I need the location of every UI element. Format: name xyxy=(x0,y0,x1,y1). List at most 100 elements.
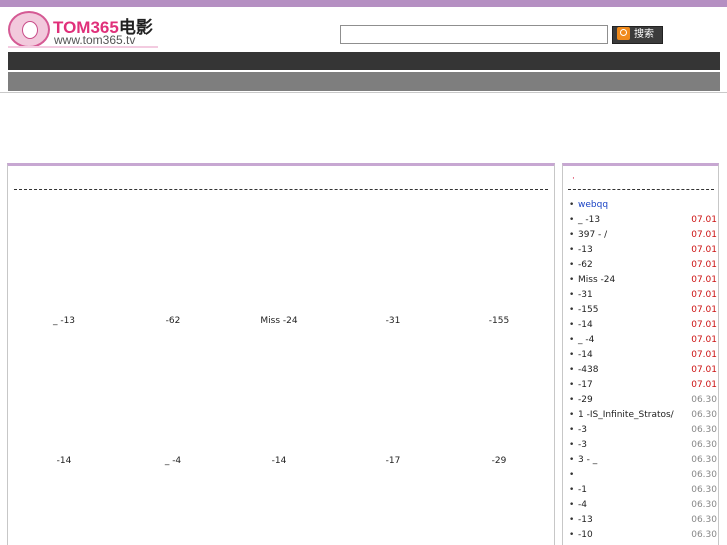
update-list-item[interactable]: • -31 07.01 xyxy=(569,288,717,303)
bullet-icon: • xyxy=(569,305,575,315)
update-list-item[interactable]: • -4 06.30 xyxy=(569,498,717,513)
update-list-item[interactable]: • -62 07.01 xyxy=(569,258,717,273)
update-title[interactable]: -3 xyxy=(578,423,587,438)
update-date: 06.30 xyxy=(691,515,717,525)
update-title[interactable]: _ -4 xyxy=(578,333,594,348)
movie-title[interactable]: _ -4 xyxy=(123,456,223,466)
secondary-nav-bar xyxy=(8,72,720,91)
update-title[interactable]: -62 xyxy=(578,258,593,273)
update-title[interactable]: -13 xyxy=(578,243,593,258)
update-date: 07.01 xyxy=(691,245,717,255)
update-title[interactable]: _ -13 xyxy=(578,213,600,228)
bullet-icon: • xyxy=(569,200,575,210)
update-date: 07.01 xyxy=(691,320,717,330)
update-title[interactable]: -155 xyxy=(578,303,598,318)
latest-updates-panel: · • webqq • _ -13 07.01 • 397 - /07.01 • -13 07.0… xyxy=(562,163,719,545)
update-title[interactable]: 3 - _ xyxy=(578,453,597,468)
bullet-icon: • xyxy=(569,500,575,510)
update-date: 07.01 xyxy=(691,305,717,315)
logo-underline xyxy=(8,46,158,48)
bullet-icon: • xyxy=(569,410,575,420)
update-date: 06.30 xyxy=(691,485,717,495)
movie-title[interactable]: -17 xyxy=(343,456,443,466)
update-title[interactable]: -13 xyxy=(578,513,593,528)
bullet-icon: • xyxy=(569,215,575,225)
update-date: 07.01 xyxy=(691,290,717,300)
bullet-icon: • xyxy=(569,380,575,390)
update-list-item[interactable]: • -438 07.01 xyxy=(569,363,717,378)
logo-emblem-icon xyxy=(8,11,50,48)
movie-title[interactable]: _ -13 xyxy=(14,316,114,326)
bullet-icon: • xyxy=(569,425,575,435)
movie-title[interactable]: -14 xyxy=(229,456,329,466)
update-list-item[interactable]: • 3 - _ 06.30 xyxy=(569,453,717,468)
update-list-item[interactable]: • -14 07.01 xyxy=(569,318,717,333)
movie-title[interactable]: -62 xyxy=(123,316,223,326)
update-list-item[interactable]: • -29 06.30 xyxy=(569,393,717,408)
site-logo[interactable]: TOM365电影 www.tom365.tv xyxy=(8,11,158,48)
movie-title[interactable]: -29 xyxy=(449,456,549,466)
bullet-icon: • xyxy=(569,275,575,285)
bullet-icon: • xyxy=(569,260,575,270)
update-date: 07.01 xyxy=(691,350,717,360)
search-icon xyxy=(617,27,630,40)
update-title[interactable]: -438 xyxy=(578,363,598,378)
update-date: 06.30 xyxy=(691,425,717,435)
update-list-item[interactable]: • _ -13 07.01 xyxy=(569,213,717,228)
update-list-item[interactable]: • -14 07.01 xyxy=(569,348,717,363)
primary-nav-bar xyxy=(8,52,720,70)
update-date: 07.01 xyxy=(691,260,717,270)
update-list-item[interactable]: • -13 07.01 xyxy=(569,243,717,258)
update-title[interactable]: -14 xyxy=(578,348,593,363)
update-title[interactable]: -4 xyxy=(578,498,587,513)
bullet-icon: • xyxy=(569,365,575,375)
update-title[interactable]: Miss -24 xyxy=(578,273,615,288)
update-title[interactable]: -14 xyxy=(578,318,593,333)
update-title[interactable]: -1 xyxy=(578,483,587,498)
movie-title[interactable]: Miss -24 xyxy=(229,316,329,326)
update-title[interactable]: 1 -IS_Infinite_Stratos/ xyxy=(578,408,674,423)
update-title[interactable]: webqq xyxy=(578,198,608,213)
update-list-item[interactable]: • -1 06.30 xyxy=(569,483,717,498)
update-date: 07.01 xyxy=(691,275,717,285)
update-title[interactable]: -29 xyxy=(578,393,593,408)
update-date: 06.30 xyxy=(691,455,717,465)
update-date: 06.30 xyxy=(691,410,717,420)
update-list-item[interactable]: • -155 07.01 xyxy=(569,303,717,318)
bullet-icon: • xyxy=(569,470,575,480)
update-list-item[interactable]: • 1 -IS_Infinite_Stratos/06.30 xyxy=(569,408,717,423)
movie-title[interactable]: -155 xyxy=(449,316,549,326)
movie-grid-panel: _ -13 -62 Miss -24 -31 -155 -14 _ -4 -14 -17 -29 xyxy=(7,163,555,545)
update-list-item[interactable]: • -3 06.30 xyxy=(569,423,717,438)
bullet-icon: • xyxy=(569,335,575,345)
bullet-icon: • xyxy=(569,350,575,360)
bullet-icon: • xyxy=(569,245,575,255)
top-accent-bar xyxy=(0,0,727,7)
update-list-item[interactable]: • 397 - / 07.01 xyxy=(569,228,717,243)
bullet-icon: • xyxy=(569,515,575,525)
update-title[interactable]: -3 xyxy=(578,438,587,453)
movie-title[interactable]: -31 xyxy=(343,316,443,326)
update-date: 07.01 xyxy=(691,215,717,225)
update-list-item[interactable]: • -17 07.01 xyxy=(569,378,717,393)
update-list-item[interactable]: • webqq xyxy=(569,198,717,213)
search-input[interactable] xyxy=(340,25,608,44)
update-list-item[interactable]: • Miss -24 07.01 xyxy=(569,273,717,288)
update-title[interactable]: -17 xyxy=(578,378,593,393)
search-button[interactable]: 搜索 xyxy=(612,26,663,44)
update-date: 06.30 xyxy=(691,470,717,480)
update-list-item[interactable]: • -3 06.30 xyxy=(569,438,717,453)
update-list-item[interactable]: • 06.30 xyxy=(569,468,717,483)
bullet-icon: • xyxy=(569,530,575,540)
update-list-item[interactable]: • _ -4 07.01 xyxy=(569,333,717,348)
update-title[interactable]: -10 xyxy=(578,528,593,543)
update-list-item[interactable]: • -10 06.30 xyxy=(569,528,717,543)
bullet-icon: • xyxy=(569,440,575,450)
bullet-icon: • xyxy=(569,485,575,495)
update-title[interactable]: -31 xyxy=(578,288,593,303)
movie-title[interactable]: -14 xyxy=(14,456,114,466)
update-title[interactable]: 397 - / xyxy=(578,228,607,243)
update-date: 07.01 xyxy=(691,230,717,240)
update-date: 07.01 xyxy=(691,380,717,390)
update-list-item[interactable]: • -13 06.30 xyxy=(569,513,717,528)
